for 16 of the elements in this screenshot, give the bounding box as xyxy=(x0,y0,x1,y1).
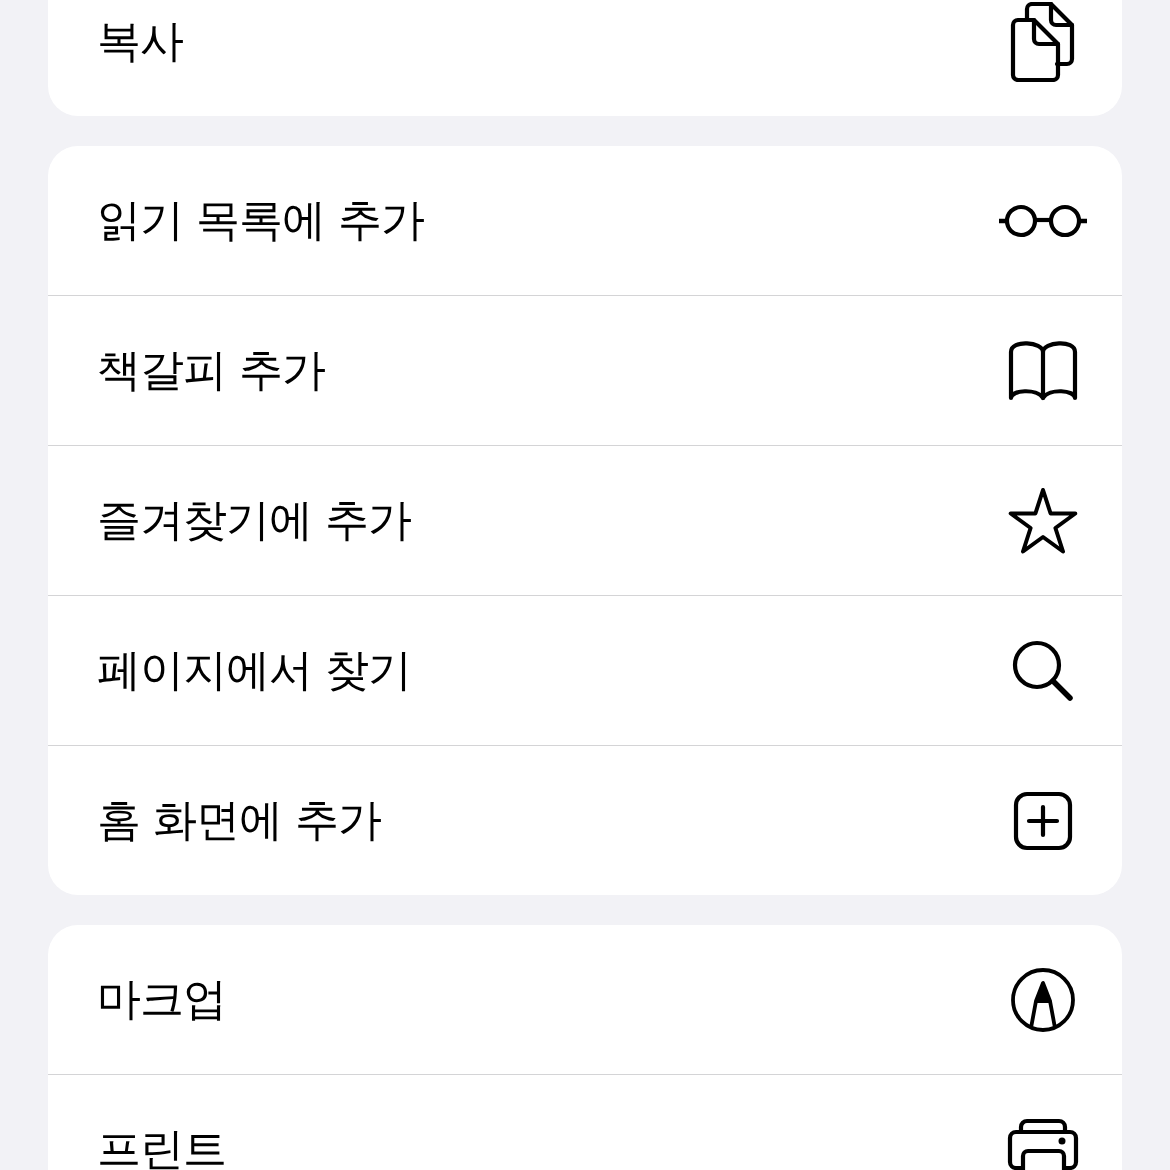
menu-item[interactable]: 홈 화면에 추가 xyxy=(48,745,1122,895)
menu-item[interactable]: 책갈피 추가 xyxy=(48,295,1122,445)
star-icon xyxy=(1007,486,1079,555)
pencil-circle-icon xyxy=(1010,966,1076,1033)
menu-item[interactable]: 복사 xyxy=(48,0,1122,116)
add-icon xyxy=(1013,790,1073,851)
printer-icon xyxy=(1007,1117,1079,1170)
menu-item[interactable]: 즐겨찾기에 추가 xyxy=(48,445,1122,595)
menu-item[interactable]: 마크업 xyxy=(48,925,1122,1074)
menu-item[interactable]: 프린트 xyxy=(48,1074,1122,1170)
search-icon xyxy=(1012,639,1074,702)
menu-item[interactable]: 페이지에서 찾기 xyxy=(48,595,1122,745)
book-icon xyxy=(1007,339,1079,402)
copy-icon xyxy=(1010,1,1076,82)
glasses-icon xyxy=(998,203,1088,238)
menu-item[interactable]: 읽기 목록에 추가 xyxy=(48,146,1122,295)
